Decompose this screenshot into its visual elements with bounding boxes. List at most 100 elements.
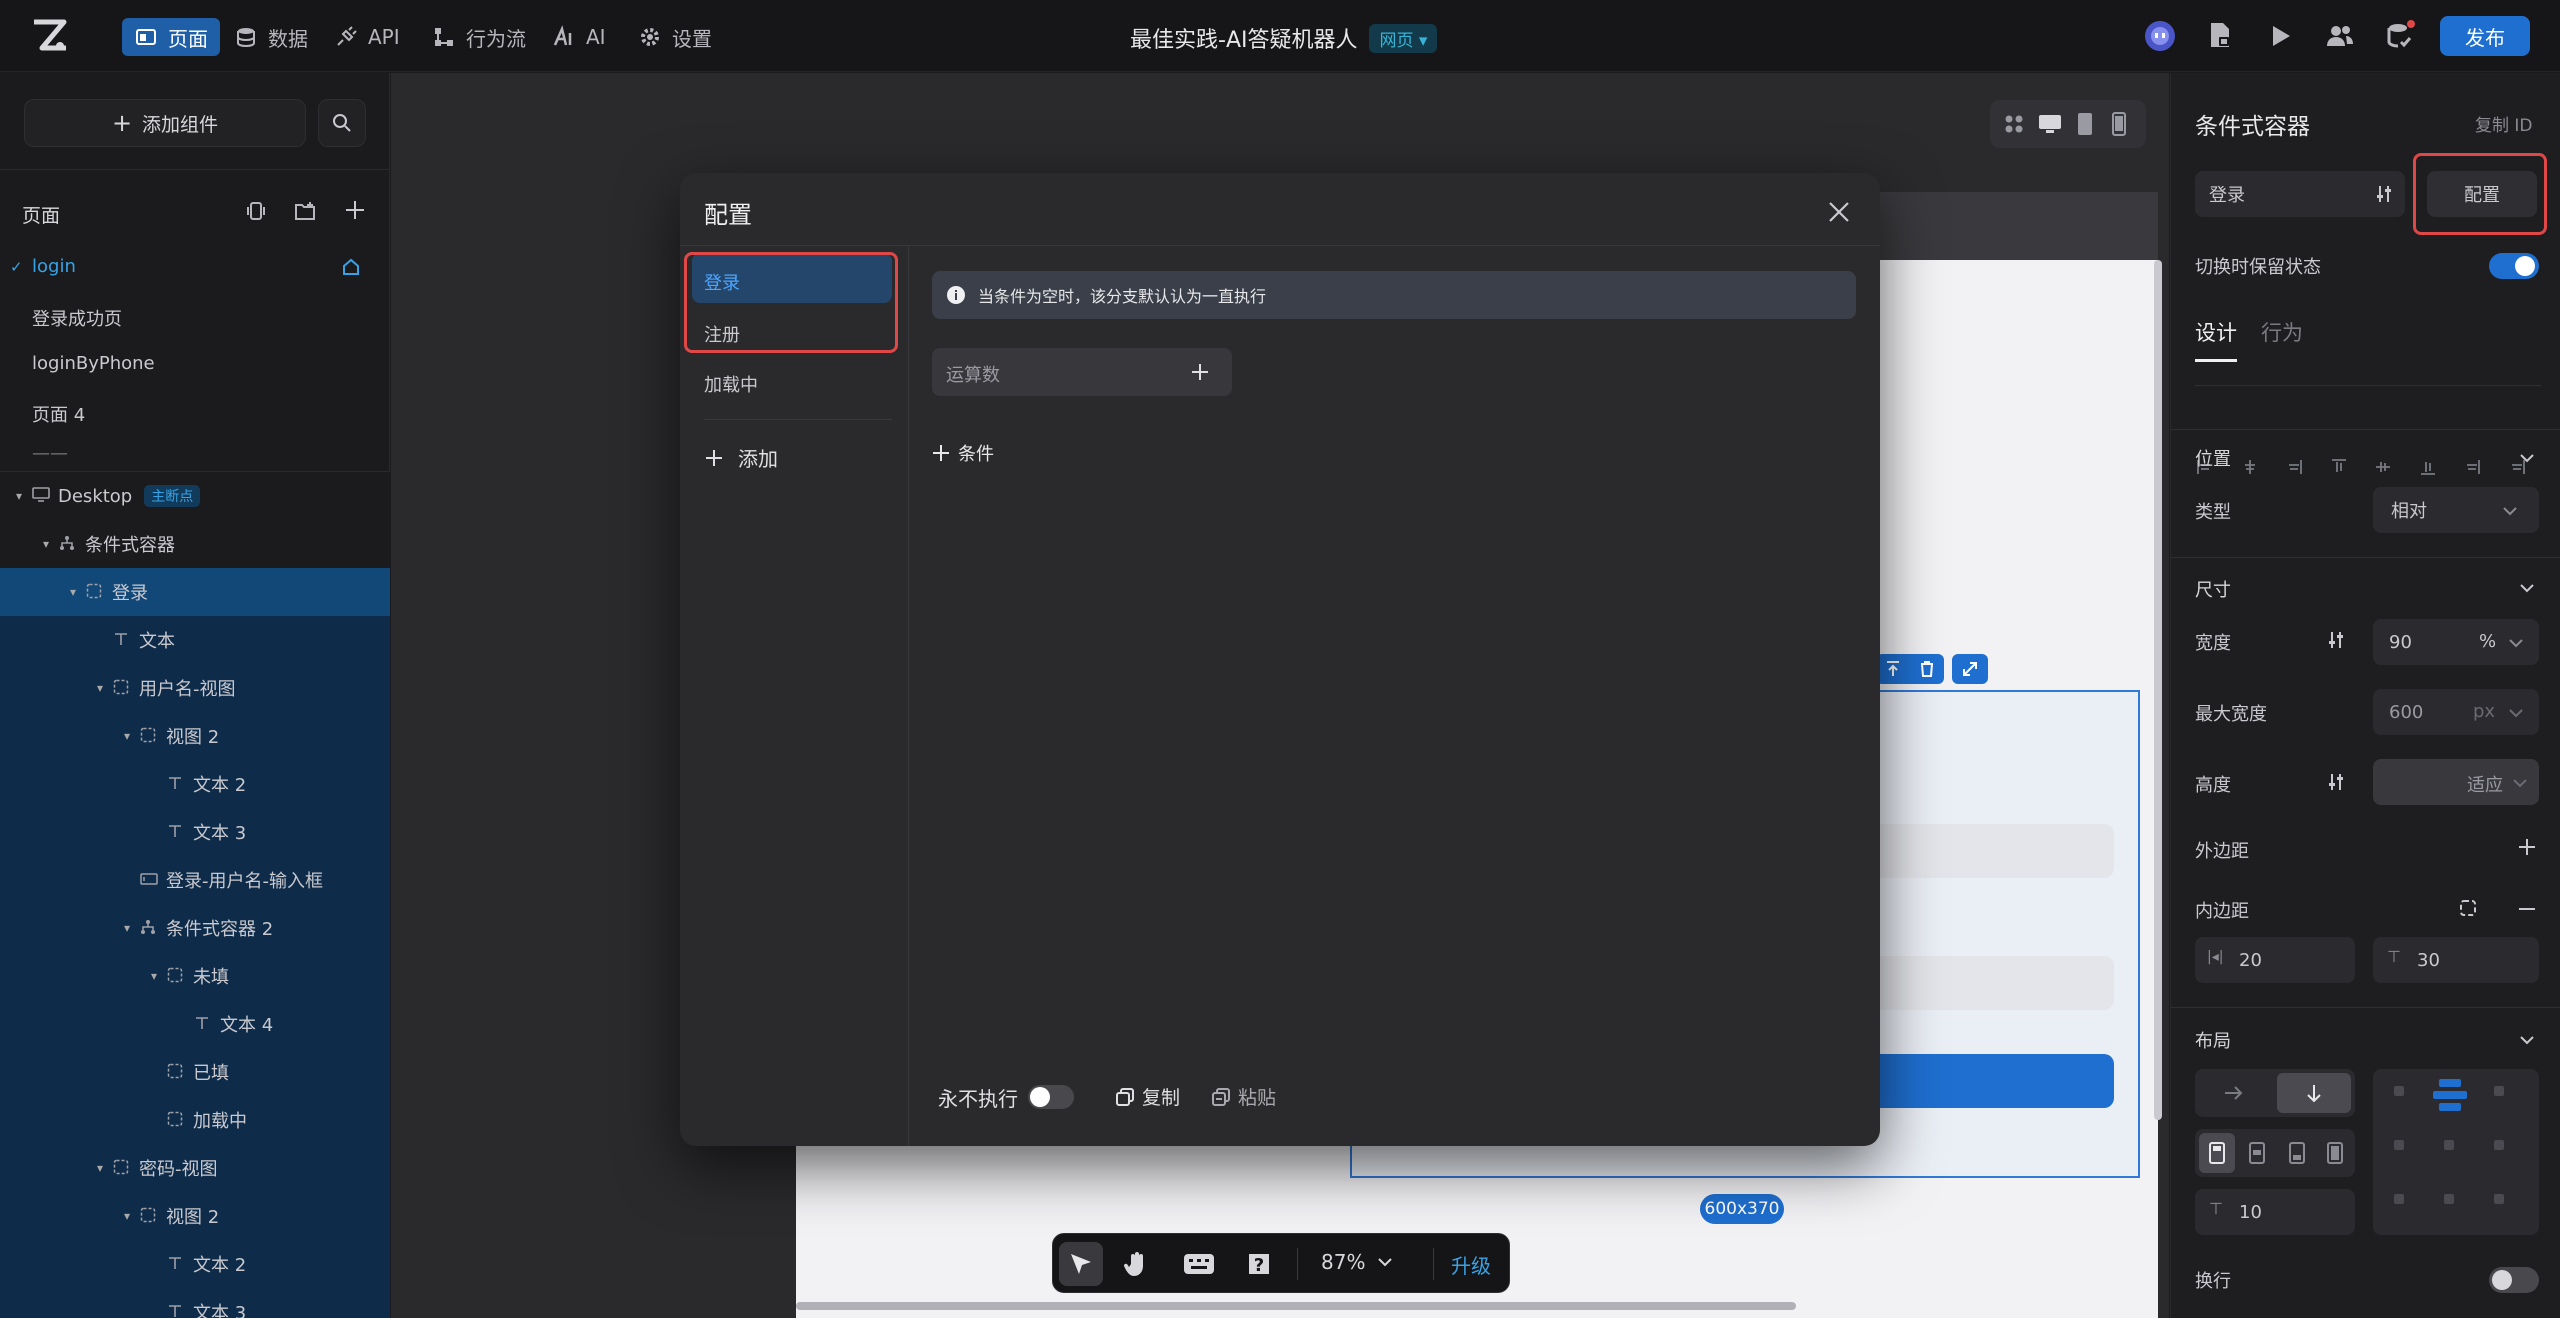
close-icon[interactable] [1828, 201, 1850, 223]
max-width-input[interactable]: 600 px [2373, 689, 2539, 735]
layer-item[interactable]: ▾ 登录 [0, 568, 390, 616]
width-unit[interactable]: % [2479, 631, 2496, 652]
project-title[interactable]: 最佳实践-AI答疑机器人 网页 ▾ [1130, 22, 1438, 54]
align-vcenter-icon[interactable] [2373, 457, 2393, 477]
file-lock-icon[interactable] [2204, 20, 2236, 52]
align-cell[interactable] [2394, 1086, 2404, 1096]
align-stretch-icon[interactable] [2325, 1141, 2345, 1165]
chevron-down-icon[interactable]: ▾ [120, 921, 134, 935]
chevron-down-icon[interactable]: ▾ [39, 537, 53, 551]
padding-mode-icon[interactable] [2459, 899, 2477, 917]
minus-icon[interactable] [2517, 899, 2537, 919]
layer-item[interactable]: 文本 2 [0, 760, 390, 808]
expand-button[interactable] [1952, 654, 1988, 684]
page-item[interactable]: —— [32, 443, 68, 464]
page-item[interactable]: 页面 4 [32, 401, 85, 427]
add-folder-icon[interactable] [294, 201, 316, 221]
layer-item[interactable]: 登录-用户名-输入框 [0, 856, 390, 904]
add-component-button[interactable]: + 添加组件 [24, 99, 306, 147]
tablet-icon[interactable] [2076, 112, 2094, 136]
page-item[interactable]: 登录成功页 [32, 305, 122, 331]
gap-input[interactable]: ⊤ 10 [2195, 1189, 2355, 1235]
nav-flows[interactable]: 行为流 [420, 18, 538, 56]
section-position[interactable]: 位置 [2195, 445, 2231, 471]
layer-item[interactable]: 文本 2 [0, 1240, 390, 1288]
sliders-icon[interactable] [2327, 631, 2345, 649]
layer-item[interactable]: 文本 4 [0, 1000, 390, 1048]
branch-item-loading[interactable]: 加载中 [704, 371, 758, 397]
section-layout[interactable]: 布局 [2195, 1027, 2231, 1053]
wrap-toggle[interactable] [2489, 1267, 2539, 1293]
align-center-icon[interactable] [2247, 1141, 2267, 1165]
desktop-icon[interactable] [2038, 114, 2062, 134]
chevron-down-icon[interactable]: ▾ [93, 1161, 107, 1175]
chevron-down-icon[interactable]: ▾ [120, 1209, 134, 1223]
align-hcenter-icon[interactable] [2240, 457, 2260, 477]
layer-item[interactable]: 文本 3 [0, 1288, 390, 1318]
align-cell[interactable] [2444, 1140, 2454, 1150]
align-cell[interactable] [2394, 1140, 2404, 1150]
max-width-unit[interactable]: px [2473, 701, 2495, 722]
page-item[interactable]: loginByPhone [32, 353, 155, 374]
hand-icon[interactable] [1123, 1250, 1151, 1278]
height-select[interactable]: 适应 [2373, 759, 2539, 805]
trash-icon[interactable] [1918, 660, 1936, 678]
copy-button[interactable]: 复制 [1116, 1083, 1180, 1110]
chevron-down-icon[interactable]: ▾ [12, 489, 26, 503]
chevron-down-icon[interactable]: ▾ [120, 729, 134, 743]
grid-icon[interactable] [2004, 114, 2024, 134]
plus-icon[interactable] [1190, 362, 1210, 382]
nav-ai[interactable]: AI [540, 18, 618, 56]
align-cell[interactable] [2433, 1079, 2467, 1113]
chevron-down-icon[interactable]: ▾ [147, 969, 161, 983]
tab-behavior[interactable]: 行为 [2261, 317, 2303, 347]
copy-id-button[interactable]: 复制 ID [2475, 111, 2533, 136]
direction-column-button[interactable] [2277, 1073, 2351, 1113]
nav-settings[interactable]: 设置 [626, 18, 724, 56]
plus-icon[interactable] [2517, 837, 2537, 857]
layer-item[interactable]: 文本 3 [0, 808, 390, 856]
arrow-right-icon[interactable] [2223, 1083, 2243, 1103]
zoom-select[interactable]: 87% [1321, 1250, 1393, 1274]
tab-design[interactable]: 设计 [2195, 317, 2237, 347]
paste-button[interactable]: 粘贴 [1212, 1083, 1276, 1110]
layer-item[interactable]: ▾ Desktop 主断点 [0, 472, 390, 520]
align-right-icon[interactable] [2284, 457, 2304, 477]
help-icon[interactable]: ? [1245, 1250, 1273, 1278]
play-icon[interactable] [2264, 20, 2296, 52]
add-page-icon[interactable] [344, 199, 366, 221]
layer-item[interactable]: ▾ 用户名-视图 [0, 664, 390, 712]
chevron-down-icon[interactable] [2520, 451, 2534, 465]
chevron-down-icon[interactable]: ▾ [93, 681, 107, 695]
layer-item[interactable]: ▾ 条件式容器 [0, 520, 390, 568]
never-execute-toggle[interactable] [1028, 1085, 1074, 1109]
nav-data[interactable]: 数据 [222, 18, 320, 56]
align-top-icon[interactable] [2329, 457, 2349, 477]
horizontal-scrollbar[interactable] [796, 1302, 1796, 1310]
layer-item[interactable]: 已填 [0, 1048, 390, 1096]
padding-vertical-input[interactable]: ⊤ 30 [2373, 937, 2539, 983]
home-icon[interactable] [342, 258, 360, 276]
chevron-down-icon[interactable]: ▾ [66, 585, 80, 599]
layer-item[interactable]: ▾ 未填 [0, 952, 390, 1000]
vertical-scrollbar[interactable] [2154, 260, 2162, 1120]
nav-api[interactable]: API [322, 18, 412, 56]
width-input[interactable]: 90 % [2373, 619, 2539, 665]
chevron-down-icon[interactable] [2520, 1033, 2534, 1047]
align-cell[interactable] [2444, 1194, 2454, 1204]
add-branch-button[interactable]: 添加 [704, 443, 778, 472]
mobile-icon[interactable] [2110, 112, 2128, 136]
chevron-down-icon[interactable] [2520, 581, 2534, 595]
keyboard-icon[interactable] [1183, 1252, 1215, 1276]
page-type-badge[interactable]: 网页 ▾ [1369, 23, 1438, 53]
section-size[interactable]: 尺寸 [2195, 576, 2231, 602]
layer-item[interactable]: ▾ 密码-视图 [0, 1144, 390, 1192]
sliders-icon[interactable] [2327, 773, 2345, 791]
keep-state-toggle[interactable] [2489, 253, 2539, 279]
align-end-icon[interactable] [2287, 1141, 2307, 1165]
select-tool[interactable] [1059, 1242, 1103, 1286]
operand-field[interactable]: 运算数 [932, 348, 1232, 396]
nav-pages[interactable]: 页面 [122, 18, 220, 56]
layer-item[interactable]: 加载中 [0, 1096, 390, 1144]
layer-item[interactable]: ▾ 视图 2 [0, 1192, 390, 1240]
